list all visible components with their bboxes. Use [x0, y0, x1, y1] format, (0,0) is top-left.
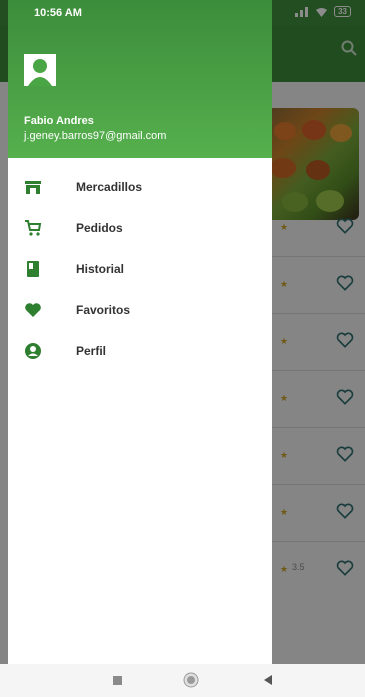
- menu-label: Pedidos: [76, 221, 123, 235]
- drawer-menu: Mercadillos Pedidos Historial Favoritos …: [8, 166, 272, 371]
- user-email: j.geney.barros97@gmail.com: [24, 130, 167, 142]
- book-icon: [27, 261, 39, 277]
- cart-icon: [25, 220, 42, 236]
- menu-item-pedidos[interactable]: Pedidos: [8, 207, 272, 248]
- menu-label: Historial: [76, 262, 125, 276]
- drawer-header: 10:56 AM Fabio Andres j.geney.barros97@g…: [8, 0, 272, 158]
- menu-label: Mercadillos: [76, 180, 143, 194]
- menu-item-mercadillos[interactable]: Mercadillos: [8, 166, 272, 207]
- menu-item-favoritos[interactable]: Favoritos: [8, 289, 272, 330]
- menu-item-perfil[interactable]: Perfil: [8, 330, 272, 371]
- back-button[interactable]: [262, 674, 274, 686]
- user-name: Fabio Andres: [24, 115, 94, 127]
- system-nav-bar: [0, 664, 365, 697]
- menu-item-historial[interactable]: Historial: [8, 248, 272, 289]
- navigation-drawer: 10:56 AM Fabio Andres j.geney.barros97@g…: [8, 0, 272, 664]
- store-icon: [25, 181, 41, 194]
- account-circle-icon: [25, 343, 41, 359]
- drawer-status-time: 10:56 AM: [34, 7, 82, 19]
- person-icon: [24, 54, 56, 86]
- menu-label: Perfil: [76, 344, 107, 358]
- recents-button[interactable]: [113, 676, 122, 685]
- heart-icon: [25, 303, 41, 317]
- menu-label: Favoritos: [76, 303, 131, 317]
- home-button[interactable]: [183, 672, 199, 688]
- avatar[interactable]: [24, 54, 56, 86]
